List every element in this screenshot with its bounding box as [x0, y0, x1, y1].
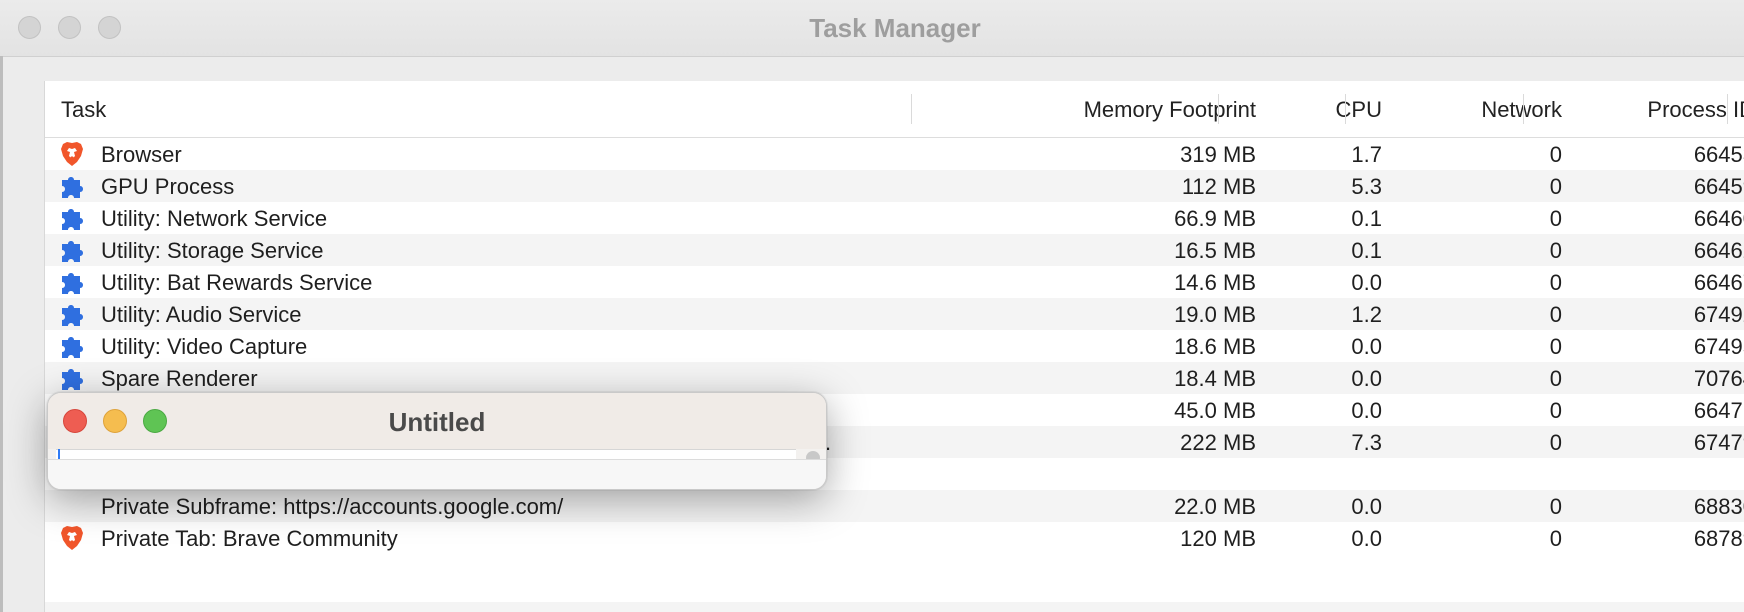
process-id-value: 66460 — [1693, 206, 1744, 231]
process-id-value: 70764 — [1693, 366, 1744, 391]
memory-value: 22.0 MB — [1174, 494, 1256, 519]
memory-value: 222 MB — [1180, 430, 1256, 455]
memory-value: 45.0 MB — [1174, 398, 1256, 423]
memory-value: 18.6 MB — [1174, 334, 1256, 359]
table-body: Browser319 MB1.7066453 GPU Process112 MB… — [45, 138, 1744, 554]
task-table: Task Memory Footprint CPU Network Proces… — [44, 81, 1744, 612]
brave-lion-icon — [58, 524, 86, 552]
memory-value: 19.0 MB — [1174, 302, 1256, 327]
table-row[interactable]: Utility: Storage Service16.5 MB0.1066462 — [45, 234, 1744, 266]
memory-value: 14.6 MB — [1174, 270, 1256, 295]
puzzle-piece-icon — [58, 172, 86, 200]
puzzle-piece-icon — [58, 268, 86, 296]
column-header-memory[interactable]: Memory Footprint — [911, 97, 1256, 123]
untitled-title-bar[interactable]: Untitled — [48, 393, 826, 449]
puzzle-piece-icon — [58, 236, 86, 264]
untitled-title: Untitled — [388, 407, 486, 437]
process-id-value: 67492 — [1693, 302, 1744, 327]
table-row[interactable]: Utility: Bat Rewards Service 14.6 MB 0.0 0 6… — [45, 266, 1744, 298]
memory-value: 18.4 MB — [1174, 366, 1256, 391]
task-name: GPU Process — [101, 174, 235, 199]
process-id-value: 68830 — [1693, 494, 1744, 519]
table-row[interactable]: Utility: Audio Service19.0 MB1.2067492 — [45, 298, 1744, 330]
puzzle-piece-icon — [58, 300, 86, 328]
memory-value: 319 MB — [1180, 142, 1256, 167]
process-id-value: 66467 — [1693, 270, 1744, 295]
task-name: Utility: Bat Rewards Service — [101, 270, 373, 295]
table-row[interactable]: Utility: Video Capture18.6 MB0.0067495 — [45, 330, 1744, 362]
table-row[interactable]: Private Tab: Brave Community 120 MB 0.0 0 68… — [45, 522, 1744, 554]
task-name: Private Tab: Brave Community — [101, 526, 398, 551]
task-name: Utility: Audio Service — [101, 302, 302, 327]
puzzle-piece-icon — [58, 332, 86, 360]
process-id-value: 67479 — [1693, 430, 1744, 455]
task-name: Private Subframe: https://accounts.googl… — [101, 494, 564, 519]
untitled-lower-area — [48, 459, 826, 489]
brave-lion-icon — [58, 140, 86, 168]
memory-value: 120 MB — [1180, 526, 1256, 551]
process-id-value: 66459 — [1693, 174, 1744, 199]
table-footer-strip — [45, 602, 1744, 612]
process-id-value: 67495 — [1693, 334, 1744, 359]
column-header-process-id[interactable]: Process ID — [1523, 97, 1744, 123]
task-name: Utility: Network Service — [101, 206, 328, 231]
task-name: Utility: Video Capture — [101, 334, 308, 359]
table-header: Task Memory Footprint CPU Network Proces… — [45, 81, 1744, 138]
puzzle-piece-icon — [58, 364, 86, 392]
memory-value: 112 MB — [1181, 174, 1256, 199]
column-divider[interactable] — [1727, 94, 1728, 124]
table-row[interactable]: Utility: Network Service66.9 MB0.1066460 — [45, 202, 1744, 234]
column-header-task[interactable]: Task — [61, 97, 106, 123]
left-edge-divider — [0, 56, 3, 612]
task-manager-window: Task Manager Task Memory Footprint CPU N… — [0, 0, 1744, 612]
title-bar: Task Manager — [0, 0, 1744, 57]
memory-value: 16.5 MB — [1174, 238, 1256, 263]
task-name: Utility: Storage Service — [101, 238, 324, 263]
process-id-value: 66462 — [1693, 238, 1744, 263]
process-id-value: 66471 — [1693, 398, 1744, 423]
memory-value: 66.9 MB — [1174, 206, 1256, 231]
table-row[interactable]: GPU Process112 MB5.3066459 — [45, 170, 1744, 202]
window-title: Task Manager — [809, 13, 981, 43]
table-row[interactable]: Private Subframe: https://accounts.googl… — [45, 490, 1744, 522]
task-name: Browser — [101, 142, 182, 167]
text-caret — [58, 449, 60, 459]
table-row[interactable]: Spare Renderer18.4 MB0.0070764 — [45, 362, 1744, 394]
puzzle-piece-icon — [58, 204, 86, 232]
task-name: Spare Renderer — [101, 366, 258, 391]
process-id-value: 68789 — [1693, 526, 1744, 551]
process-id-value: 66453 — [1693, 142, 1744, 167]
table-row[interactable]: Browser319 MB1.7066453 — [45, 138, 1744, 170]
untitled-window[interactable]: Untitled — [47, 392, 827, 490]
